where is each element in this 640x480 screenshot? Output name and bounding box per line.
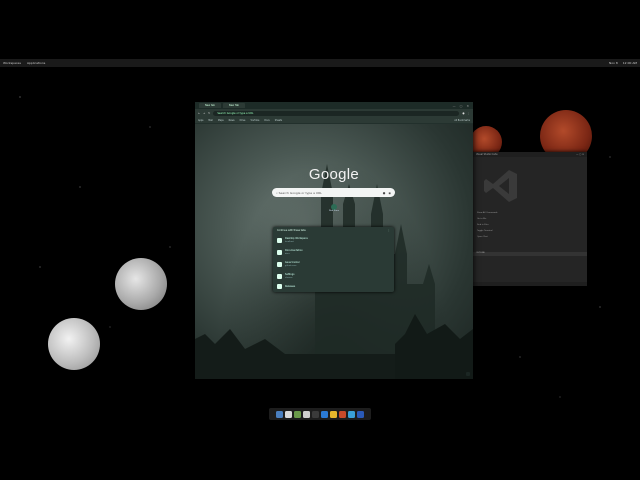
item-title: Settings xyxy=(285,273,295,276)
applications-button[interactable]: Applications xyxy=(27,61,45,65)
chrome-icon[interactable] xyxy=(330,410,337,418)
monitor-icon[interactable] xyxy=(312,410,319,418)
vscode-icon[interactable] xyxy=(321,410,328,418)
workspaces-button[interactable]: Workspaces xyxy=(3,61,21,65)
trash-icon[interactable] xyxy=(357,410,364,418)
new-tab-page: Google ⌕ Search Google or type a URL ● ◉… xyxy=(195,124,473,379)
browser-toolbar: ← → ↻ Search Google or type a URL ● ⋮ xyxy=(195,109,473,117)
clock-label[interactable]: 12:00 AM xyxy=(623,61,637,65)
vscode-logo-icon xyxy=(484,170,517,202)
bookmark-item[interactable]: News xyxy=(229,119,235,122)
vscode-window[interactable]: Visual Studio Code — ▢ ✕ Show All Comman… xyxy=(473,152,587,286)
item-sub: docs xyxy=(285,253,290,255)
calendar-icon[interactable] xyxy=(294,410,301,418)
shortcut-row[interactable]: Toggle Terminal xyxy=(477,230,497,232)
bookmark-item[interactable]: Drive xyxy=(240,119,246,122)
item-title: Desktop Workspace xyxy=(285,237,308,240)
item-sub: chrome xyxy=(285,277,293,279)
shortcut-row[interactable]: Show All Commands xyxy=(477,212,497,214)
back-icon[interactable]: ← xyxy=(198,112,200,115)
all-bookmarks[interactable]: All Bookmarks xyxy=(454,119,470,122)
moon-eclipse-image xyxy=(115,258,167,310)
page-icon xyxy=(277,237,282,243)
bookmarks-bar: Apps Mail Maps News Drive YouTube Docs S… xyxy=(195,117,473,124)
page-icon xyxy=(277,273,282,279)
minimize-icon[interactable]: — xyxy=(453,104,456,108)
tab-new-tab-1[interactable]: New tab xyxy=(199,103,221,108)
top-panel: Workspaces Applications Nov 8 12:00 AM xyxy=(0,59,640,67)
store-icon[interactable] xyxy=(348,410,355,418)
customize-button[interactable] xyxy=(466,372,470,376)
search-placeholder: Search Google or type a URL xyxy=(278,190,322,195)
tab-new-tab-2[interactable]: New Tab xyxy=(222,103,245,108)
shortcut-tile[interactable]: Web Store xyxy=(328,204,340,212)
bookmark-item[interactable]: Apps xyxy=(198,119,203,122)
notes-icon[interactable] xyxy=(285,410,292,418)
item-title: Issue tracker xyxy=(285,261,300,264)
list-item[interactable]: Desktop Workspace localhost xyxy=(273,234,394,246)
files-icon[interactable] xyxy=(276,410,283,418)
profile-icon[interactable]: ● xyxy=(462,112,464,115)
reload-icon[interactable]: ↻ xyxy=(208,112,210,115)
list-item[interactable]: Settings chrome xyxy=(273,270,394,282)
panel-title: Continue with these tabs xyxy=(277,229,306,232)
bookmark-item[interactable]: YouTube xyxy=(250,119,259,122)
search-input[interactable]: ⌕ Search Google or type a URL ● ◉ xyxy=(272,188,395,197)
browser-window[interactable]: New tab New Tab — ▢ ✕ ← → ↻ Search Googl… xyxy=(195,102,473,379)
page-icon xyxy=(277,249,282,255)
shortcut-row[interactable]: Go to File xyxy=(477,218,497,220)
list-item[interactable]: Releases xyxy=(273,282,394,290)
continue-tabs-panel: Continue with these tabs ⋮ Desktop Works… xyxy=(273,227,394,292)
shortcut-label: Web Store xyxy=(328,210,340,212)
item-sub: localhost xyxy=(285,241,294,243)
panel-menu-icon[interactable]: ⋮ xyxy=(388,229,390,232)
item-title: Releases xyxy=(285,284,296,288)
item-sub: github.com xyxy=(285,265,297,267)
vscode-titlebar[interactable]: Visual Studio Code — ▢ ✕ xyxy=(473,152,587,157)
list-item[interactable]: Documentation docs xyxy=(273,246,394,258)
bookmark-item[interactable]: Mail xyxy=(208,119,212,122)
bookmark-item[interactable]: Maps xyxy=(218,119,224,122)
shortcut-row[interactable]: Open Chat xyxy=(477,236,497,238)
status-bar xyxy=(473,282,587,286)
bookmark-item[interactable]: Docs xyxy=(264,119,269,122)
tab-strip: New tab New Tab — ▢ ✕ xyxy=(195,102,473,109)
address-bar[interactable]: Search Google or type a URL xyxy=(213,110,460,116)
vscode-title: Visual Studio Code xyxy=(476,153,498,156)
date-label[interactable]: Nov 8 xyxy=(609,61,618,65)
welcome-shortcuts: Show All Commands Go to File Find in Fil… xyxy=(477,212,497,238)
maximize-icon[interactable]: ▢ xyxy=(460,104,463,108)
voice-search-icon[interactable]: ● xyxy=(383,191,386,195)
bookmark-item[interactable]: Sheets xyxy=(275,119,282,122)
terminal-icon[interactable] xyxy=(303,410,310,418)
moon-full-image xyxy=(48,318,100,370)
item-title: Documentation xyxy=(285,249,303,252)
outline-panel-header[interactable]: OUTLINE xyxy=(473,252,587,256)
menu-icon[interactable]: ⋮ xyxy=(468,112,471,115)
page-icon xyxy=(277,283,282,289)
dock xyxy=(269,408,371,420)
page-icon xyxy=(277,261,282,267)
image-search-icon[interactable]: ◉ xyxy=(388,191,391,195)
address-placeholder: Search Google or type a URL xyxy=(217,111,254,115)
list-item[interactable]: Issue tracker github.com xyxy=(273,258,394,270)
forward-icon[interactable]: → xyxy=(203,112,205,115)
google-logo: Google xyxy=(308,166,360,183)
close-icon[interactable]: ✕ xyxy=(466,104,469,108)
settings-icon[interactable] xyxy=(339,410,346,418)
shortcut-row[interactable]: Find in Files xyxy=(477,224,497,226)
window-controls[interactable]: — ▢ ✕ xyxy=(576,153,584,156)
